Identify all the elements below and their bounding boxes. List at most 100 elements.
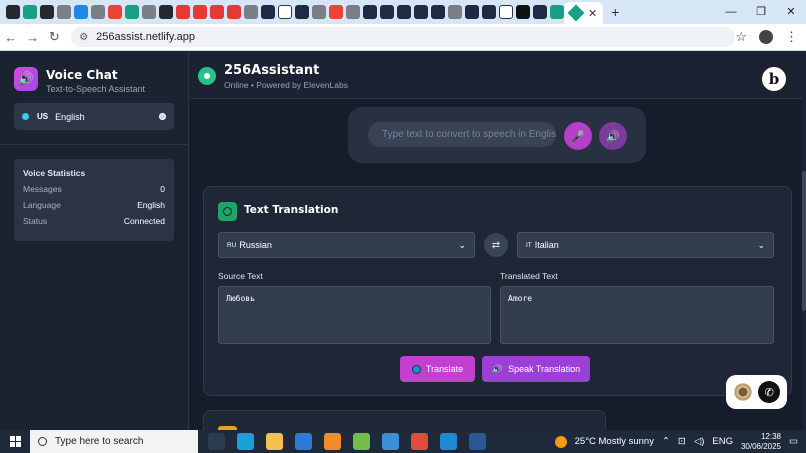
- microphone-button[interactable]: 🎤: [564, 122, 592, 150]
- vlc-icon[interactable]: [324, 433, 341, 450]
- phone-call-icon[interactable]: ✆: [758, 381, 781, 403]
- app-icon[interactable]: [261, 5, 275, 19]
- profile-avatar[interactable]: [759, 30, 773, 44]
- youtube-icon[interactable]: [193, 5, 207, 19]
- weather-text: 25°C Mostly sunny: [574, 436, 654, 447]
- input-language[interactable]: ENG: [712, 436, 733, 447]
- floating-widget[interactable]: ✆: [726, 375, 787, 409]
- target-language-select[interactable]: IT Italian ⌄: [517, 232, 774, 258]
- clock-date: 30/06/2025: [740, 441, 782, 451]
- app-icon[interactable]: [380, 5, 394, 19]
- stat-value: 0: [160, 184, 165, 194]
- maximize-button[interactable]: ❐: [746, 0, 776, 24]
- globe-icon[interactable]: [142, 5, 156, 19]
- back-button[interactable]: ←: [0, 30, 22, 45]
- minimize-button[interactable]: —: [716, 0, 746, 24]
- app-icon[interactable]: [363, 5, 377, 19]
- speaker-icon: 🔊: [14, 67, 38, 91]
- main-panel: 256Assistant Online • Powered by ElevenL…: [190, 51, 802, 430]
- active-tab[interactable]: ✕: [564, 2, 604, 24]
- next-card: [203, 410, 606, 430]
- site-info-icon[interactable]: ⚙: [79, 32, 88, 43]
- google-icon[interactable]: [329, 5, 343, 19]
- tts-text-input[interactable]: [368, 122, 556, 147]
- store-icon[interactable]: [295, 433, 312, 450]
- bookmark-star-icon[interactable]: ☆: [735, 29, 747, 45]
- edge-icon[interactable]: [237, 433, 254, 450]
- target-language-code: IT: [526, 241, 532, 249]
- app-icon[interactable]: [295, 5, 309, 19]
- youtube-icon[interactable]: [227, 5, 241, 19]
- diamond-icon[interactable]: [125, 5, 139, 19]
- github-icon[interactable]: [6, 5, 20, 19]
- network-icon[interactable]: [353, 433, 370, 450]
- tiktok-icon[interactable]: [516, 5, 530, 19]
- close-window-button[interactable]: ✕: [776, 0, 806, 24]
- volume-icon[interactable]: ◁): [694, 436, 704, 447]
- source-language-select[interactable]: RU Russian ⌄: [218, 232, 475, 258]
- browser-menu-icon[interactable]: ⋮: [785, 29, 798, 45]
- language-selector[interactable]: US English: [14, 103, 174, 130]
- close-tab-icon[interactable]: ✕: [588, 7, 597, 20]
- globe-icon[interactable]: [346, 5, 360, 19]
- stat-value: English: [137, 200, 165, 210]
- speak-button[interactable]: 🔊: [599, 122, 627, 150]
- stats-title: Voice Statistics: [23, 168, 86, 178]
- network-icon[interactable]: ⊡: [678, 436, 686, 447]
- scrollbar-thumb[interactable]: [802, 171, 806, 311]
- app-icon[interactable]: [482, 5, 496, 19]
- stat-value: Connected: [123, 216, 165, 226]
- diamond-icon[interactable]: [23, 5, 37, 19]
- github-icon[interactable]: [40, 5, 54, 19]
- page-scrollbar[interactable]: [802, 51, 806, 430]
- globe-icon: [218, 202, 237, 221]
- grid-icon[interactable]: [448, 5, 462, 19]
- youtube-icon[interactable]: [210, 5, 224, 19]
- task-view-icon[interactable]: [208, 433, 225, 450]
- file-explorer-icon[interactable]: [266, 433, 283, 450]
- swap-languages-button[interactable]: ⇄: [484, 233, 508, 257]
- clock[interactable]: 12:38 30/06/2025: [741, 432, 781, 452]
- app-icon[interactable]: [414, 5, 428, 19]
- word-icon[interactable]: [469, 433, 486, 450]
- notifications-icon[interactable]: ▭: [789, 436, 798, 447]
- blue-app-icon[interactable]: [74, 5, 88, 19]
- start-button[interactable]: [0, 436, 30, 447]
- forward-button[interactable]: →: [22, 30, 44, 45]
- chevron-down-icon: ⌄: [757, 239, 765, 250]
- youtube-icon[interactable]: [176, 5, 190, 19]
- flower-avatar[interactable]: [732, 382, 753, 402]
- google-icon[interactable]: [108, 5, 122, 19]
- photos-icon[interactable]: [382, 433, 399, 450]
- github-icon[interactable]: [159, 5, 173, 19]
- language-name: English: [55, 111, 85, 122]
- vscode-icon[interactable]: [440, 433, 457, 450]
- address-bar[interactable]: ⚙ 256assist.netlify.app: [71, 27, 736, 47]
- app-subtitle: Text-to-Speech Assistant: [46, 84, 146, 94]
- translate-button[interactable]: Translate: [400, 356, 475, 382]
- globe-icon[interactable]: [312, 5, 326, 19]
- notion-icon[interactable]: [278, 5, 292, 19]
- source-text-area[interactable]: Любовь: [218, 286, 491, 344]
- app-icon[interactable]: [431, 5, 445, 19]
- page-title: 256Assistant: [224, 63, 320, 78]
- diamond-icon[interactable]: [550, 5, 564, 19]
- chrome-icon[interactable]: [411, 433, 428, 450]
- reload-button[interactable]: ↻: [43, 29, 65, 45]
- settings-icon[interactable]: [159, 113, 166, 120]
- tray-chevron-icon[interactable]: ⌃: [662, 436, 670, 447]
- stat-row-language: Language English: [23, 200, 165, 210]
- notion-icon[interactable]: [499, 5, 513, 19]
- globe-icon[interactable]: [244, 5, 258, 19]
- new-tab-button[interactable]: +: [611, 4, 619, 20]
- globe-icon[interactable]: [57, 5, 71, 19]
- translated-text-area[interactable]: Amore: [500, 286, 774, 344]
- app-icon[interactable]: [465, 5, 479, 19]
- app-icon[interactable]: [397, 5, 411, 19]
- taskbar-search[interactable]: Type here to search: [30, 430, 198, 453]
- app-icon[interactable]: [533, 5, 547, 19]
- globe-icon[interactable]: [91, 5, 105, 19]
- stat-label: Language: [23, 200, 61, 210]
- translate-button-label: Translate: [425, 364, 464, 374]
- speak-translation-button[interactable]: 🔊 Speak Translation: [482, 356, 590, 382]
